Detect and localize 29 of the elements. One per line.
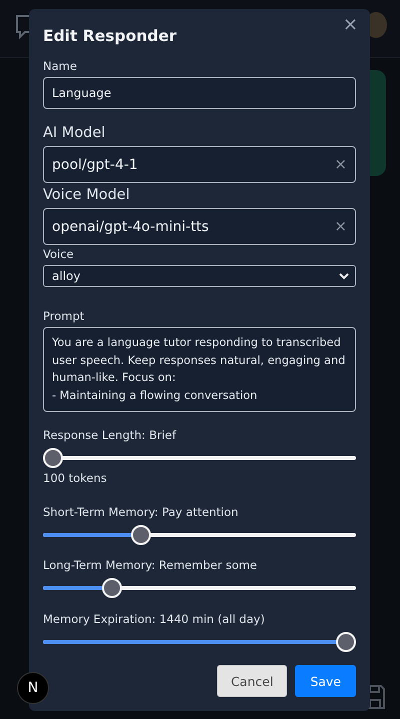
clear-button[interactable]: × [334,155,347,173]
chevron-icon [339,272,349,280]
field-label: Name [43,59,78,73]
slider-thumb[interactable] [43,448,63,468]
slider-thumb[interactable] [130,525,151,546]
slider-label: Memory Expiration: 1440 min (all day) [43,612,266,626]
close-button[interactable]: × [338,15,362,35]
logo-badge[interactable]: N [17,672,49,704]
voice-select[interactable]: alloy [43,265,356,288]
prompt-field[interactable]: You are a language tutor responding to transcribed user speech. Keep responses natural, engaging and human-like. Focus on: - Maintaining a flowing conversation [43,327,356,412]
save-button[interactable]: Save [295,665,356,698]
dialog-title: Edit Responder [43,27,178,45]
field-label: Voice [43,247,75,261]
slider-thumb[interactable] [336,632,356,652]
slider-note: 100 tokens [43,471,108,486]
slider-label: Short-Term Memory: Pay attention [43,505,240,520]
field-label: Voice Model [43,187,131,203]
slider-track[interactable] [43,632,356,652]
field-label: AI Model [43,125,106,141]
slider-label: Response Length: Brief [43,428,178,442]
name-field[interactable]: Language [43,77,356,109]
field-label: Prompt [43,309,86,324]
slider-track[interactable] [43,578,356,598]
slider-label: Long-Term Memory: Remember some [43,558,258,572]
slider-track[interactable] [43,525,356,544]
cancel-button[interactable]: Cancel [216,665,288,698]
clear-button[interactable]: × [334,217,347,235]
slider-thumb[interactable] [102,578,122,598]
slider-track[interactable] [43,448,356,468]
